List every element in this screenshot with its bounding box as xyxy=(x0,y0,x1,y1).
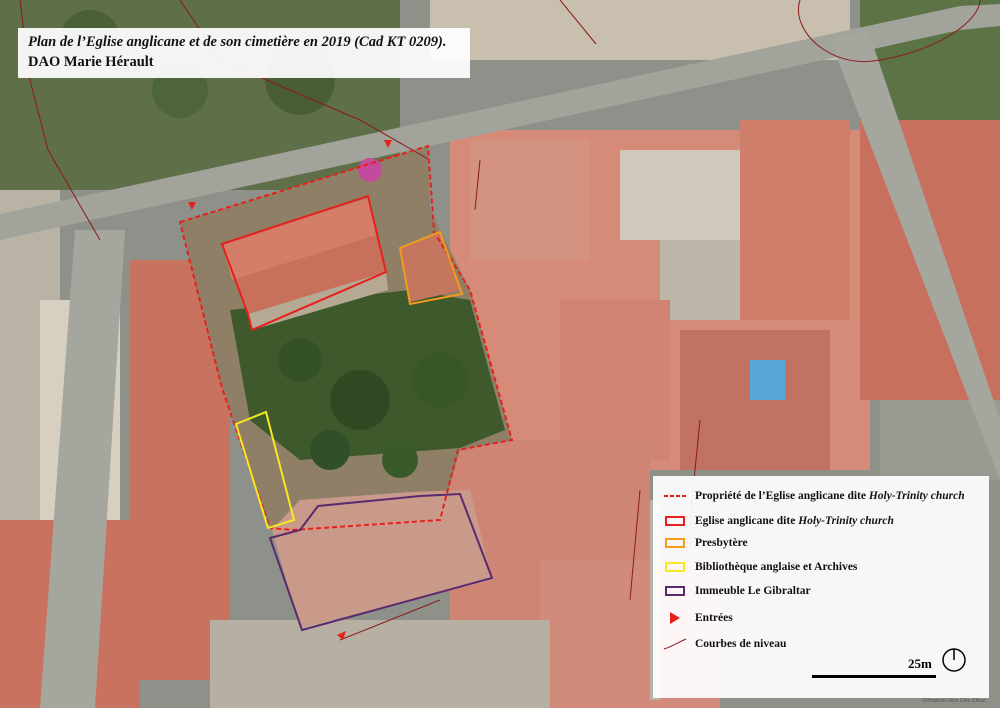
legend-label-courbes: Courbes de niveau xyxy=(695,638,787,650)
legend-item-propriete: Propriété de l’Eglise anglicane dite Hol… xyxy=(663,486,965,506)
legend-item-entrees: Entrées xyxy=(663,608,733,628)
scale-label: 25m xyxy=(908,656,932,671)
yellow-box-icon xyxy=(663,560,687,574)
legend-item-eglise: Eglise anglicane dite Holy-Trinity churc… xyxy=(663,511,894,531)
legend-item-gibraltar: Immeuble Le Gibraltar xyxy=(663,581,811,601)
map-title: Plan de l’Eglise anglicane et de son cim… xyxy=(28,34,447,50)
legend-label-eglise: Eglise anglicane dite Holy-Trinity churc… xyxy=(695,515,894,527)
legend-label-propriete: Propriété de l’Eglise anglicane dite Hol… xyxy=(695,490,965,502)
map-author: DAO Marie Hérault xyxy=(28,54,154,70)
north-arrow-icon xyxy=(942,648,966,672)
map-title-box: Plan de l’Eglise anglicane et de son cim… xyxy=(18,28,470,78)
dashed-line-icon xyxy=(663,489,687,503)
legend-label-entrees: Entrées xyxy=(695,612,733,624)
orange-box-icon xyxy=(663,536,687,550)
legend-item-presbytere: Presbytère xyxy=(663,533,748,553)
scale-bar xyxy=(812,675,936,678)
red-box-icon xyxy=(663,514,687,528)
legend-label-bibliotheque: Bibliothèque anglaise et Archives xyxy=(695,561,858,573)
legend-item-courbes: Courbes de niveau xyxy=(663,634,786,654)
legend: Propriété de l’Eglise anglicane dite Hol… xyxy=(653,476,989,698)
legend-label-presbytere: Presbytère xyxy=(695,537,748,549)
legend-label-gibraltar: Immeuble Le Gibraltar xyxy=(695,585,811,597)
legend-item-bibliotheque: Bibliothèque anglaise et Archives xyxy=(663,557,857,577)
purple-box-icon xyxy=(663,584,687,598)
image-credit: Orthophoto Nice Côte d'Azur xyxy=(922,698,986,704)
contour-line-icon xyxy=(663,637,687,651)
triangle-icon xyxy=(663,611,687,625)
